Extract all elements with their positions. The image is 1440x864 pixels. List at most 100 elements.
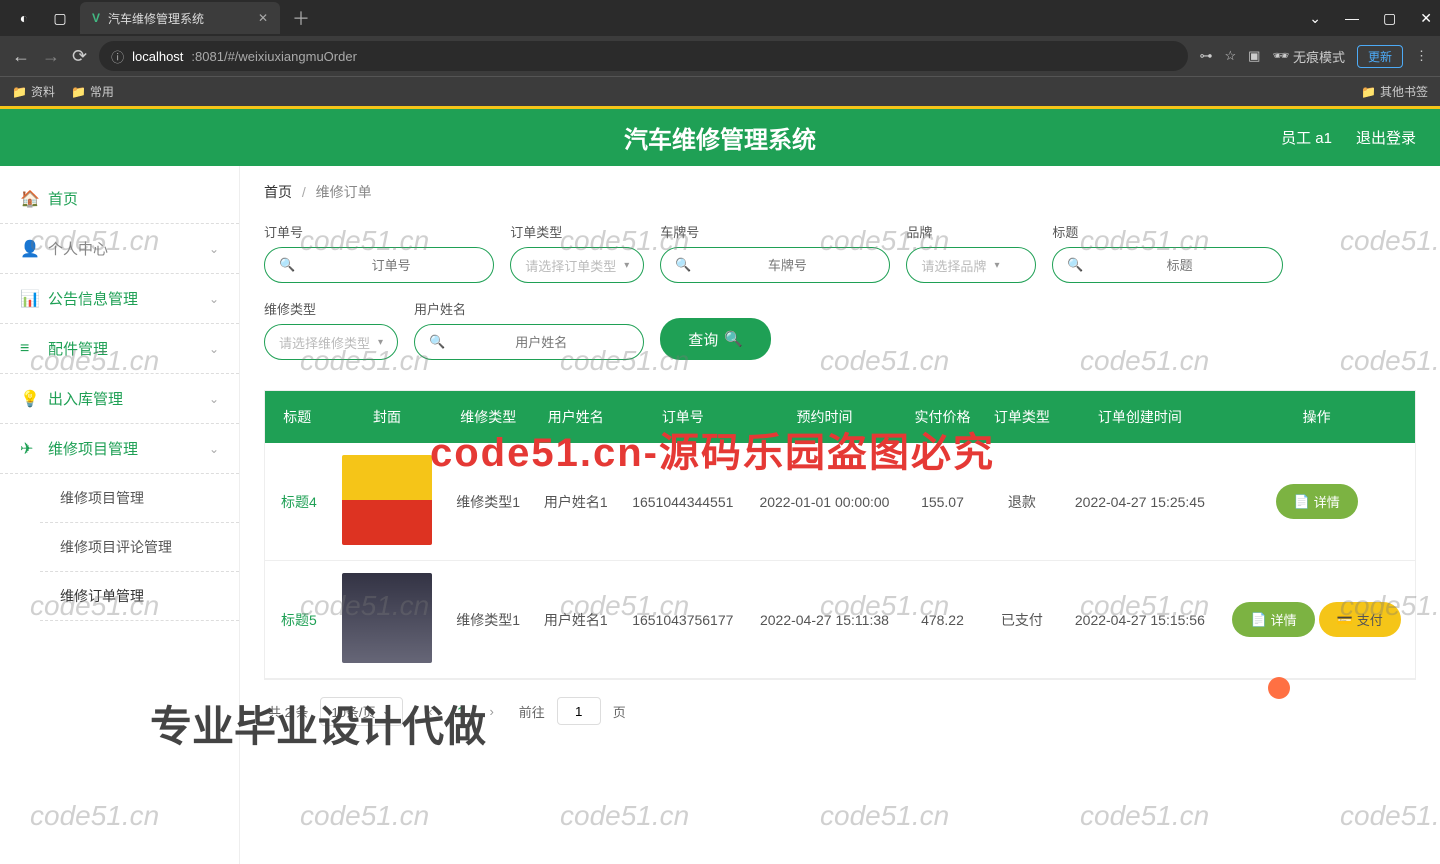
search-input-order-no[interactable]: 🔍 [264, 247, 494, 283]
send-icon: ✈ [20, 439, 38, 459]
detail-button[interactable]: 📄 详情 [1276, 484, 1358, 519]
prev-page-button[interactable]: ‹ [415, 696, 445, 726]
chevron-down-icon: ⌄ [209, 292, 219, 306]
sidebar-item-parts[interactable]: ≡ 配件管理 ⌄ [0, 324, 239, 374]
info-icon: ⓘ [111, 47, 124, 66]
cover-thumbnail[interactable] [342, 573, 432, 663]
forward-button[interactable]: → [42, 46, 60, 67]
browser-tab-title: 汽车维修管理系统 [108, 10, 204, 27]
close-window-icon[interactable]: ✕ [1420, 10, 1432, 27]
breadcrumb-home[interactable]: 首页 [264, 184, 292, 200]
th-price: 实付价格 [903, 391, 982, 443]
cell-username: 用户姓名1 [532, 443, 620, 561]
search-select-brand[interactable]: 请选择品牌▾ [906, 247, 1036, 283]
other-bookmarks[interactable]: 📁其他书签 [1361, 83, 1428, 100]
list-icon: ≡ [20, 340, 38, 358]
menu-icon[interactable]: ⋮ [1415, 48, 1428, 64]
update-button[interactable]: 更新 [1357, 45, 1403, 68]
logout-link[interactable]: 退出登录 [1356, 127, 1416, 148]
cell-price: 478.22 [903, 561, 982, 679]
cell-repair-type: 维修类型1 [444, 443, 532, 561]
next-page-button[interactable]: › [477, 696, 507, 726]
submenu-repair-project[interactable]: 维修项目管理 [40, 474, 239, 523]
close-icon[interactable]: ✕ [258, 11, 268, 25]
sidebar-item-repair-project[interactable]: ✈ 维修项目管理 ⌄ [0, 424, 239, 474]
sidebar-item-home[interactable]: 🏠 首页 [0, 174, 239, 224]
data-table: 标题 封面 维修类型 用户姓名 订单号 预约时间 实付价格 订单类型 订单创建时… [264, 390, 1416, 680]
cell-create-time: 2022-04-27 15:15:56 [1062, 561, 1219, 679]
cell-cover [330, 561, 445, 679]
query-button[interactable]: 查询 🔍 [660, 318, 771, 360]
cell-title[interactable]: 标题5 [265, 561, 330, 679]
search-label: 车牌号 [660, 222, 890, 241]
system-tab-icon[interactable]: ◐ [8, 2, 40, 34]
search-icon: 🔍 [279, 257, 295, 273]
folder-icon: 📁 [71, 85, 86, 99]
cell-title[interactable]: 标题4 [265, 443, 330, 561]
bookmarks-bar: 📁资料 📁常用 📁其他书签 [0, 76, 1440, 106]
chevron-down-icon[interactable]: ⌄ [1309, 10, 1321, 27]
minimize-icon[interactable]: — [1345, 10, 1359, 27]
search-icon: 🔍 [1067, 257, 1083, 273]
goto-label: 前往 [519, 702, 545, 721]
table-row: 标题5 维修类型1 用户姓名1 1651043756177 2022-04-27… [265, 561, 1415, 679]
pay-button[interactable]: 💳 支付 [1319, 602, 1401, 637]
maximize-icon[interactable]: ▢ [1383, 10, 1396, 27]
sidebar-item-notice[interactable]: 📊 公告信息管理 ⌄ [0, 274, 239, 324]
star-icon[interactable]: ☆ [1225, 48, 1237, 64]
chevron-down-icon: ▾ [624, 260, 629, 271]
submenu-repair-order[interactable]: 维修订单管理 [40, 572, 239, 621]
cover-thumbnail[interactable] [342, 455, 432, 545]
search-icon: 🔍 [429, 334, 445, 350]
submenu-repair-comment[interactable]: 维修项目评论管理 [40, 523, 239, 572]
pagination: 共 2 条 10条/页 ⌄ ‹ 1 › 前往 页 [264, 680, 1416, 742]
cell-repair-type: 维修类型1 [444, 561, 532, 679]
search-icon: 🔍 [675, 257, 691, 273]
app-title: 汽车维修管理系统 [624, 120, 816, 155]
cell-ops: 📄 详情 💳 支付 [1218, 561, 1415, 679]
cell-order-type: 已支付 [982, 561, 1061, 679]
search-input-plate[interactable]: 🔍 [660, 247, 890, 283]
key-icon[interactable]: ⊶ [1200, 48, 1213, 64]
goto-page-input[interactable] [557, 697, 601, 725]
bookmark-folder[interactable]: 📁资料 [12, 83, 55, 100]
th-repair-type: 维修类型 [444, 391, 532, 443]
detail-button[interactable]: 📄 详情 [1232, 602, 1314, 637]
chevron-down-icon: ⌄ [209, 242, 219, 256]
th-create-time: 订单创建时间 [1062, 391, 1219, 443]
current-page[interactable]: 1 [457, 704, 464, 719]
home-icon: 🏠 [20, 189, 38, 209]
bulb-icon: 💡 [20, 389, 38, 409]
cell-order-no: 1651043756177 [620, 561, 747, 679]
search-icon: 🔍 [724, 330, 743, 348]
main-content: 首页 / 维修订单 订单号 🔍 订单类型 请选择订单类型▾ 车牌号 🔍 品牌 请… [240, 166, 1440, 864]
page-size-select[interactable]: 10条/页 ⌄ [320, 697, 403, 726]
chevron-down-icon: ⌄ [209, 442, 219, 456]
folder-icon: 📁 [12, 85, 27, 99]
cell-reserve-time: 2022-01-01 00:00:00 [746, 443, 903, 561]
current-user-label[interactable]: 员工 a1 [1281, 127, 1332, 148]
system-tab-icon-2[interactable]: ▢ [44, 2, 76, 34]
search-select-repair-type[interactable]: 请选择维修类型▾ [264, 324, 398, 360]
new-tab-button[interactable]: ＋ [292, 5, 310, 31]
reload-button[interactable]: ⟳ [72, 46, 87, 67]
chevron-down-icon: ⌄ [209, 392, 219, 406]
extensions-icon[interactable]: ▣ [1248, 48, 1260, 64]
cell-ops: 📄 详情 [1218, 443, 1415, 561]
search-label: 维修类型 [264, 299, 398, 318]
pagination-total: 共 2 条 [268, 702, 308, 721]
sidebar-item-profile[interactable]: 👤 个人中心 ⌄ [0, 224, 239, 274]
search-input-title[interactable]: 🔍 [1052, 247, 1282, 283]
browser-tab[interactable]: V 汽车维修管理系统 ✕ [80, 2, 280, 34]
sidebar-item-stock[interactable]: 💡 出入库管理 ⌄ [0, 374, 239, 424]
chevron-down-icon: ▾ [994, 260, 999, 271]
back-button[interactable]: ← [12, 46, 30, 67]
search-label: 订单类型 [510, 222, 644, 241]
search-select-order-type[interactable]: 请选择订单类型▾ [510, 247, 644, 283]
search-label: 用户姓名 [414, 299, 644, 318]
search-form: 订单号 🔍 订单类型 请选择订单类型▾ 车牌号 🔍 品牌 请选择品牌▾ 标题 🔍… [264, 222, 1416, 360]
address-bar[interactable]: ⓘ localhost:8081/#/weixiuxiangmuOrder [99, 41, 1187, 71]
search-input-username[interactable]: 🔍 [414, 324, 644, 360]
app-header: 汽车维修管理系统 员工 a1 退出登录 [0, 106, 1440, 166]
bookmark-folder[interactable]: 📁常用 [71, 83, 114, 100]
